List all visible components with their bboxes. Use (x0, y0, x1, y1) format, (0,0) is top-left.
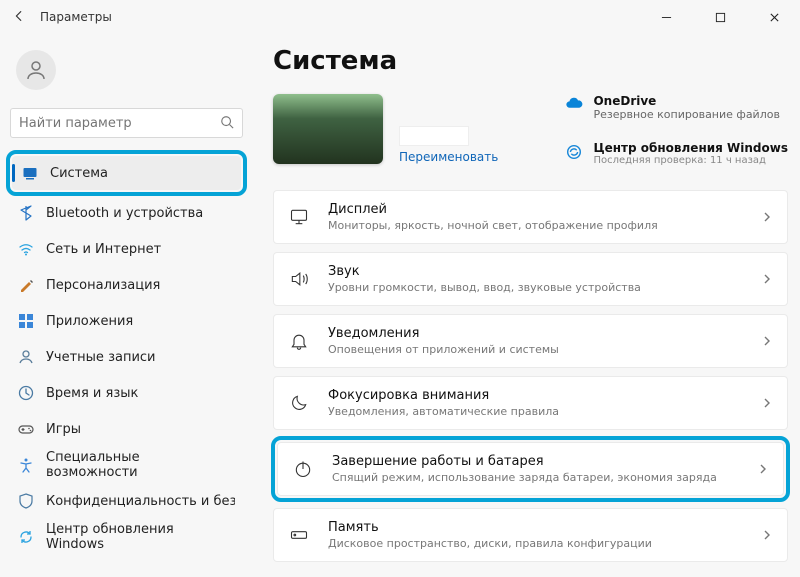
gaming-icon (18, 421, 34, 437)
moon-icon (288, 392, 310, 414)
onedrive-status[interactable]: OneDrive Резервное копирование файлов (565, 94, 788, 121)
sidebar-item-accessibility[interactable]: Специальные возможности (8, 448, 245, 482)
search-field[interactable] (19, 116, 216, 131)
onedrive-icon (565, 96, 583, 114)
display-icon (288, 206, 310, 228)
chevron-right-icon (757, 460, 769, 479)
maximize-button[interactable] (700, 3, 740, 31)
search-icon (220, 114, 234, 133)
sidebar-item-label: Система (50, 166, 108, 181)
chevron-right-icon (761, 526, 773, 545)
chevron-right-icon (761, 332, 773, 351)
sidebar-item-label: Учетные записи (46, 350, 156, 365)
sidebar-item-apps[interactable]: Приложения (8, 304, 245, 338)
windows-update-status[interactable]: Центр обновления Windows Последняя прове… (565, 141, 788, 166)
device-thumbnail (273, 94, 383, 164)
setting-notifications[interactable]: Уведомления Оповещения от приложений и с… (273, 314, 788, 368)
bell-icon (288, 330, 310, 352)
search-input[interactable] (10, 108, 243, 138)
accounts-icon (18, 349, 34, 365)
avatar (16, 50, 56, 90)
highlight-sidebar-system: Система (6, 150, 247, 196)
apps-icon (18, 313, 34, 329)
storage-icon (288, 524, 310, 546)
sound-icon (288, 268, 310, 290)
sidebar-item-label: Игры (46, 422, 81, 437)
sidebar-item-privacy[interactable]: Конфиденциальность и безопасность (8, 484, 245, 518)
setting-focus-assist[interactable]: Фокусировка внимания Уведомления, автома… (273, 376, 788, 430)
sidebar-item-system[interactable]: Система (12, 156, 241, 190)
clock-icon (18, 385, 34, 401)
sidebar-item-network[interactable]: Сеть и Интернет (8, 232, 245, 266)
chevron-right-icon (761, 394, 773, 413)
sidebar-item-gaming[interactable]: Игры (8, 412, 245, 446)
sidebar-item-windows-update[interactable]: Центр обновления Windows (8, 520, 245, 554)
sidebar-item-label: Конфиденциальность и безопасность (46, 494, 235, 509)
highlight-power-card: Завершение работы и батарея Спящий режим… (271, 436, 790, 502)
sidebar-item-label: Время и язык (46, 386, 138, 401)
sidebar-item-accounts[interactable]: Учетные записи (8, 340, 245, 374)
back-button[interactable] (12, 9, 26, 26)
system-icon (22, 165, 38, 181)
setting-sound[interactable]: Звук Уровни громкости, вывод, ввод, звук… (273, 252, 788, 306)
device-name (399, 126, 469, 146)
accessibility-icon (18, 457, 34, 473)
sidebar-item-label: Bluetooth и устройства (46, 206, 203, 221)
personalization-icon (18, 277, 34, 293)
setting-power-battery[interactable]: Завершение работы и батарея Спящий режим… (277, 442, 784, 496)
sidebar-item-bluetooth[interactable]: Bluetooth и устройства (8, 196, 245, 230)
window-title: Параметры (40, 10, 112, 24)
chevron-right-icon (761, 270, 773, 289)
sidebar-item-label: Персонализация (46, 278, 160, 293)
chevron-right-icon (761, 208, 773, 227)
sidebar-item-label: Приложения (46, 314, 133, 329)
setting-storage[interactable]: Память Дисковое пространство, диски, пра… (273, 508, 788, 562)
wifi-icon (18, 241, 34, 257)
sidebar-item-time-language[interactable]: Время и язык (8, 376, 245, 410)
sidebar-item-label: Сеть и Интернет (46, 242, 161, 257)
update-icon (565, 143, 583, 161)
minimize-button[interactable] (646, 3, 686, 31)
shield-icon (18, 493, 34, 509)
update-icon (18, 529, 34, 545)
profile-block[interactable] (8, 40, 245, 104)
sidebar-item-personalization[interactable]: Персонализация (8, 268, 245, 302)
sidebar-item-label: Специальные возможности (46, 450, 235, 480)
bluetooth-icon (18, 205, 34, 221)
power-icon (292, 458, 314, 480)
close-button[interactable] (754, 3, 794, 31)
page-title: Система (273, 46, 788, 76)
setting-display[interactable]: Дисплей Мониторы, яркость, ночной свет, … (273, 190, 788, 244)
sidebar-item-label: Центр обновления Windows (46, 522, 235, 552)
rename-link[interactable]: Переименовать (399, 150, 498, 164)
